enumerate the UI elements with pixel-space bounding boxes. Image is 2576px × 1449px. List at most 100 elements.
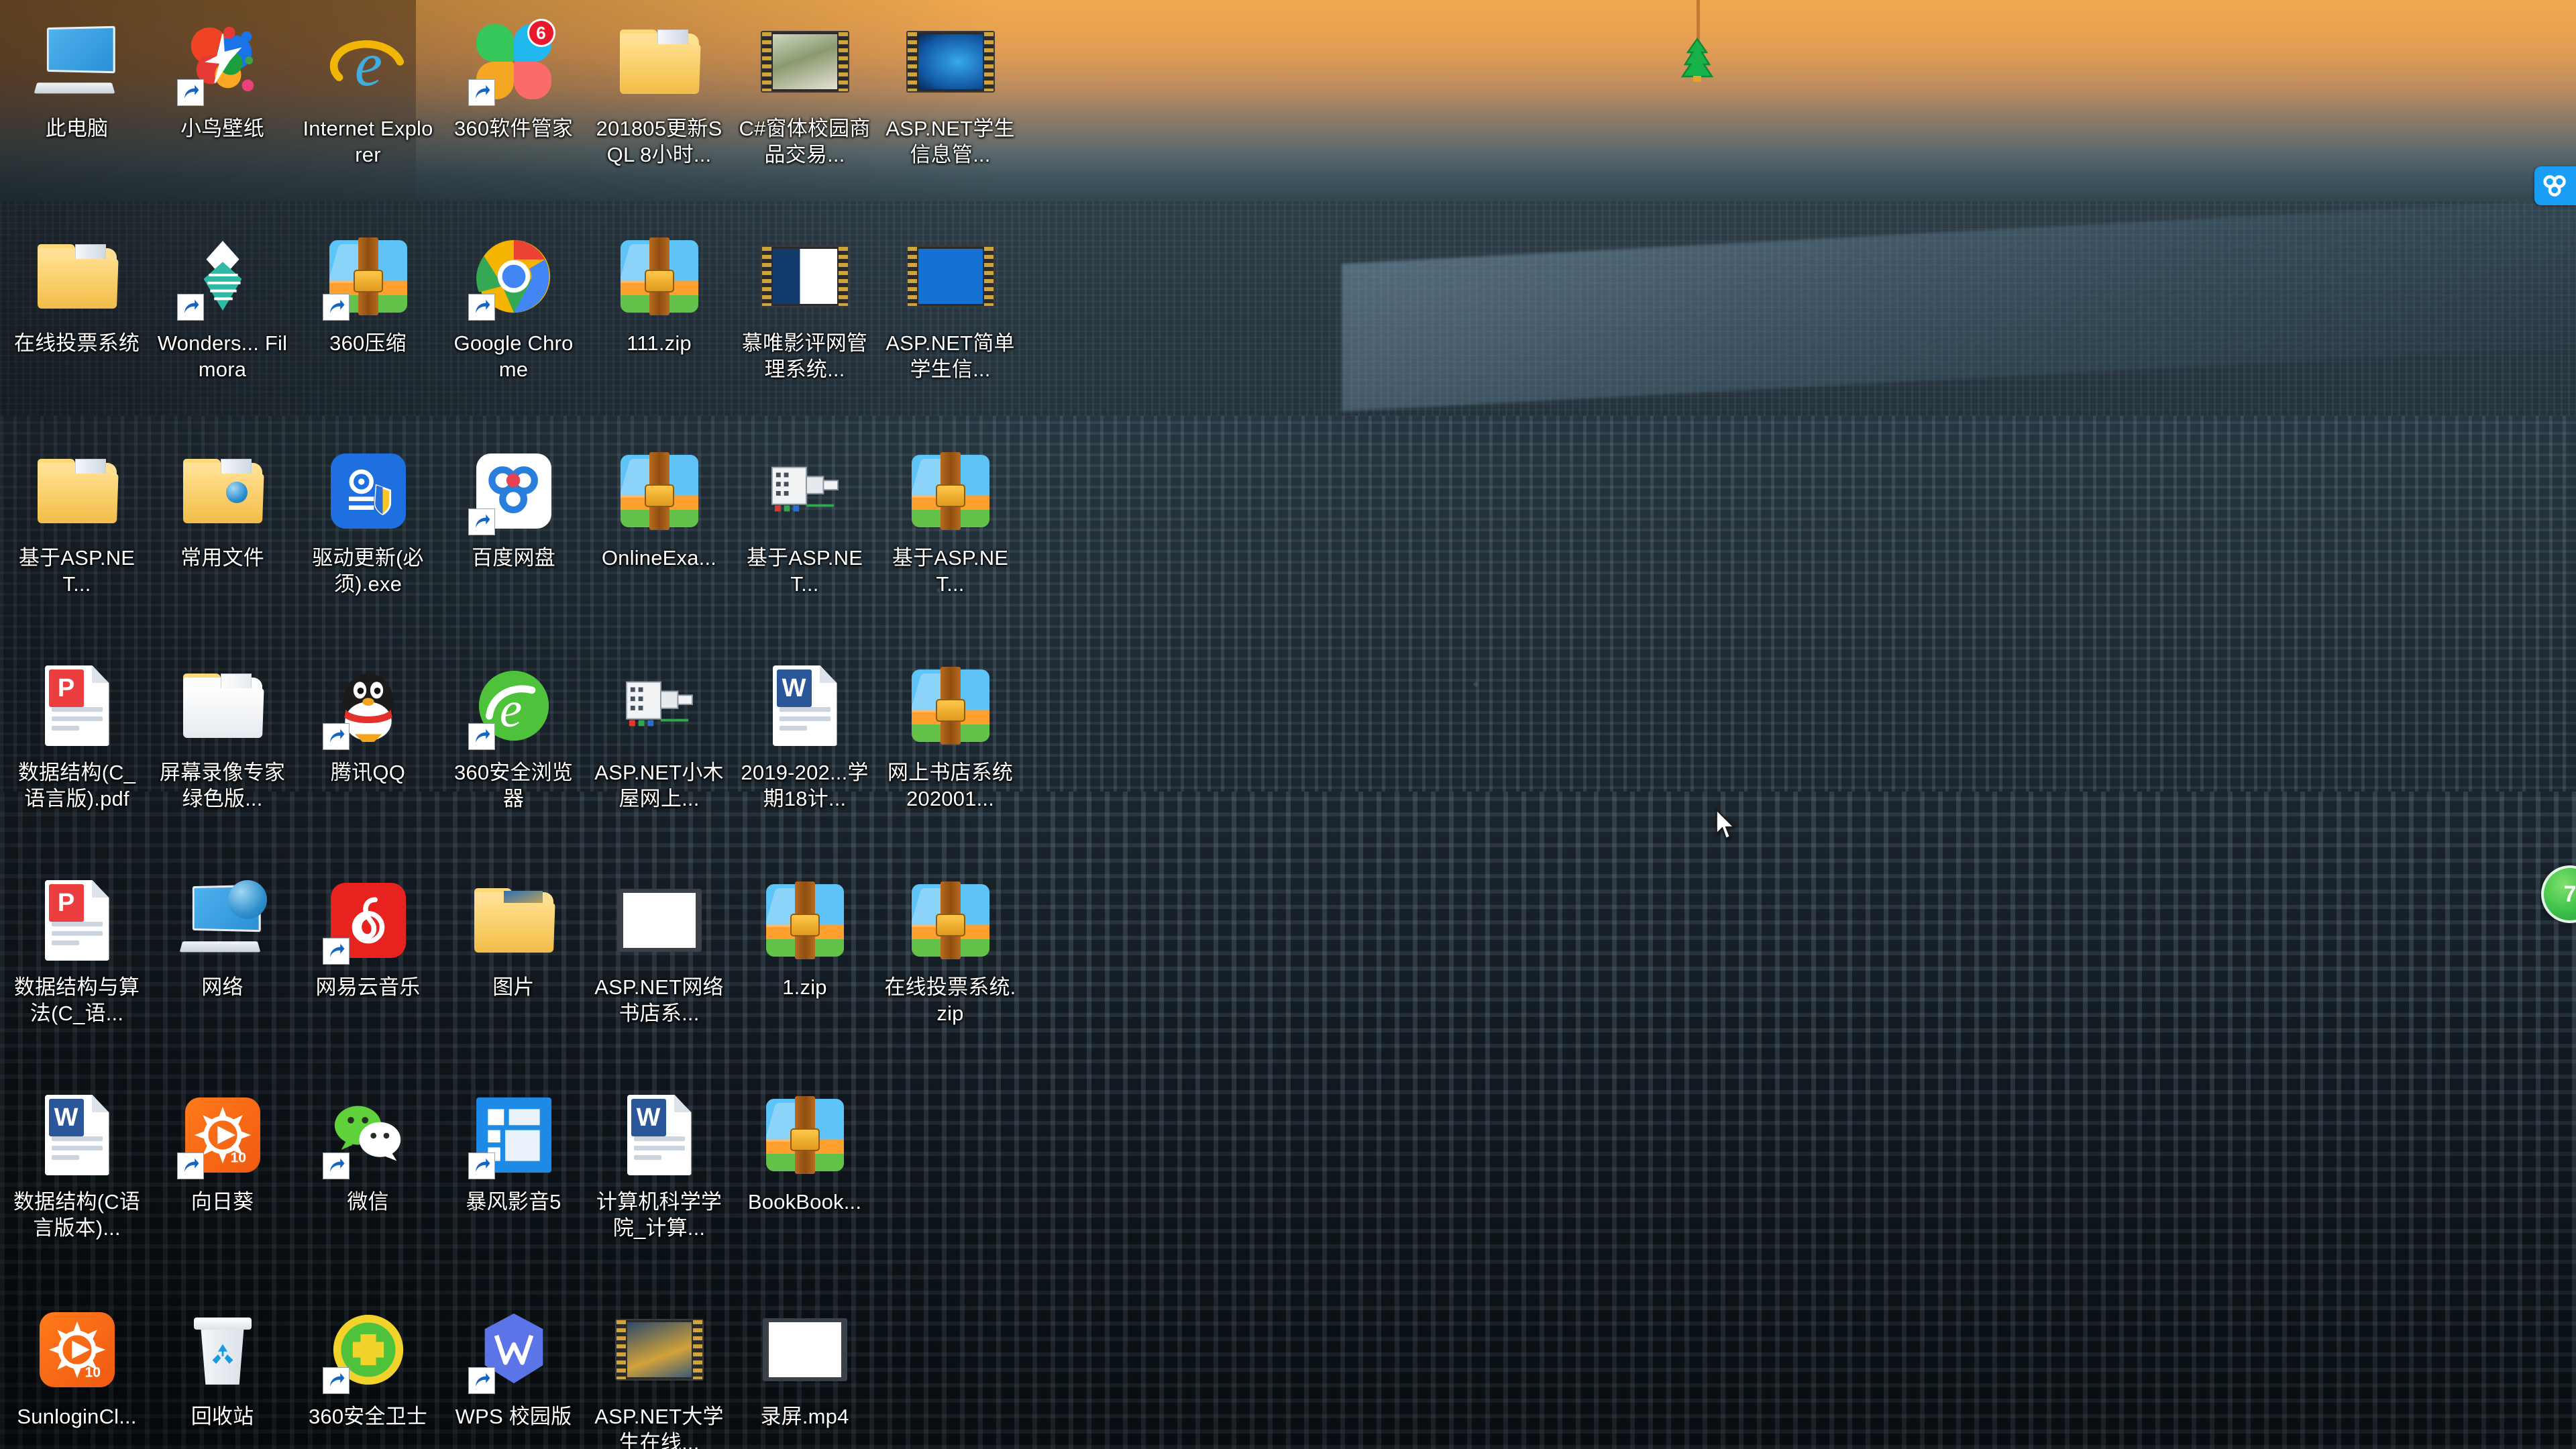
video-file-icon <box>614 1319 704 1381</box>
360-zip-icon <box>321 229 415 323</box>
desktop-icon[interactable]: 1.zip <box>732 864 877 1077</box>
desktop-icon-label: Google Chrome <box>453 331 574 382</box>
svg-text:e: e <box>354 30 382 99</box>
desktop-icon[interactable]: ASP.NET大学生在线... <box>586 1293 732 1449</box>
zip-archive-icon <box>758 873 852 967</box>
project-file-icon <box>771 466 839 512</box>
desktop-icon-label: OnlineExa... <box>601 546 717 570</box>
desktop-icon[interactable]: W 数据结构(C语言版本)... <box>4 1079 150 1292</box>
desktop-icon[interactable]: 微信 <box>295 1079 441 1292</box>
desktop-icon[interactable]: 基于ASP.NET... <box>877 435 1023 648</box>
shortcut-arrow-overlay <box>468 508 495 535</box>
desktop-icon[interactable]: 腾讯QQ <box>295 649 441 863</box>
desktop-icon[interactable]: 基于ASP.NET... <box>732 435 877 648</box>
folder-icon <box>176 659 270 753</box>
desktop-icon-label: 111.zip <box>627 331 692 355</box>
desktop-icon-label: ASP.NET小木屋网上... <box>594 761 724 811</box>
desktop-icon[interactable]: 常用文件 <box>150 435 295 648</box>
desktop-icon[interactable]: e Internet Explorer <box>295 5 441 219</box>
folder-icon <box>182 674 264 738</box>
desktop-icon[interactable]: 图片 <box>441 864 586 1077</box>
video-file-icon <box>760 246 849 307</box>
desktop-icon[interactable]: Wonders... Filmora <box>150 220 295 433</box>
desktop-icon[interactable]: P 数据结构与算法(C_语... <box>4 864 150 1077</box>
project-file-icon <box>758 444 852 538</box>
shortcut-arrow-overlay <box>176 79 204 106</box>
desktop-icon[interactable]: 360压缩 <box>295 220 441 433</box>
desktop-icon-label: 计算机科学学院_计算... <box>596 1190 722 1240</box>
desktop-icon-label: 基于ASP.NET... <box>18 546 136 596</box>
desktop-icon[interactable]: 201805更新SQL 8小时... <box>586 5 732 219</box>
desktop-icon-grid[interactable]: 此电脑 小鸟壁纸 e Internet Explorer 6 360软件管家 201805更… <box>0 0 1023 1449</box>
desktop-icon[interactable]: ASP.NET网络书店系... <box>586 864 732 1077</box>
zip-archive-icon <box>904 444 998 538</box>
svg-text:10: 10 <box>230 1150 246 1165</box>
zip-archive-icon <box>911 667 989 745</box>
desktop-icon-label: 暴风影音5 <box>466 1190 561 1214</box>
desktop-icon[interactable]: 网上书店系统202001... <box>877 649 1023 863</box>
desktop-icon-label: ASP.NET大学生在线... <box>594 1405 724 1449</box>
desktop-icon[interactable]: 360安全卫士 <box>295 1293 441 1449</box>
desktop-icon-label: SunloginCl... <box>17 1405 137 1428</box>
desktop-icon[interactable]: Google Chrome <box>441 220 586 433</box>
desktop-icon-label: 屏幕录像专家绿色版... <box>159 761 286 811</box>
shortcut-arrow-overlay <box>176 1152 204 1179</box>
desktop-icon[interactable]: 基于ASP.NET... <box>4 435 150 648</box>
video-file-icon <box>612 1303 706 1397</box>
desktop-icon[interactable]: ASP.NET学生信息管... <box>877 5 1023 219</box>
driver-update-icon <box>330 453 406 529</box>
desktop-icon[interactable]: 小鸟壁纸 <box>150 5 295 219</box>
desktop-icon[interactable]: 此电脑 <box>4 5 150 219</box>
desktop-icon[interactable]: 回收站 <box>150 1293 295 1449</box>
desktop-icon[interactable]: P 数据结构(C_语言版).pdf <box>4 649 150 863</box>
desktop-icon[interactable]: 录屏.mp4 <box>732 1293 877 1449</box>
desktop-icon[interactable]: 在线投票系统 <box>4 220 150 433</box>
tencent-qq-icon <box>321 659 415 753</box>
desktop-icon[interactable]: 10 向日葵 <box>150 1079 295 1292</box>
desktop-icon[interactable]: 10 SunloginCl... <box>4 1293 150 1449</box>
word-file-icon: W <box>772 665 837 746</box>
video-file-icon <box>904 229 998 323</box>
desktop-icon[interactable]: 111.zip <box>586 220 732 433</box>
desktop-icon[interactable]: 在线投票系统.zip <box>877 864 1023 1077</box>
desktop-icon-label: 数据结构与算法(C_语... <box>13 975 140 1026</box>
desktop-icon[interactable]: W 计算机科学学院_计算... <box>586 1079 732 1292</box>
desktop-icon[interactable]: WPS 校园版 <box>441 1293 586 1449</box>
desktop-icon-label: 录屏.mp4 <box>760 1405 849 1428</box>
project-file-icon <box>612 659 706 753</box>
baidu-cloud-icon <box>2543 175 2566 197</box>
folder-icon <box>37 459 119 523</box>
notification-badge: 6 <box>527 19 555 47</box>
desktop-icon[interactable]: ASP.NET简单学生信... <box>877 220 1023 433</box>
desktop-icon[interactable]: 6 360软件管家 <box>441 5 586 219</box>
folder-icon <box>619 30 701 94</box>
network-icon <box>179 880 267 955</box>
folder-icon <box>30 229 124 323</box>
desktop-icon[interactable]: 屏幕录像专家绿色版... <box>150 649 295 863</box>
desktop-icon[interactable]: OnlineExa... <box>586 435 732 648</box>
video-file-icon <box>906 246 995 307</box>
google-chrome-icon <box>467 229 561 323</box>
internet-explorer-icon: e <box>329 30 404 99</box>
desktop-icon[interactable]: 百度网盘 <box>441 435 586 648</box>
desktop-icon[interactable]: BookBook... <box>732 1079 877 1292</box>
desktop-icon[interactable]: 驱动更新(必须).exe <box>295 435 441 648</box>
folder-icon <box>182 459 264 523</box>
desktop-icon[interactable]: 暴风影音5 <box>441 1079 586 1292</box>
baidu-netdisk-side-tab[interactable] <box>2534 166 2576 205</box>
recycle-bin-icon <box>193 1315 252 1385</box>
desktop-icon[interactable]: 网络 <box>150 864 295 1077</box>
folder-icon <box>37 244 119 309</box>
pdf-file-icon: P <box>30 659 124 753</box>
desktop-icon[interactable]: e 360安全浏览器 <box>441 649 586 863</box>
desktop-icon-label: ASP.NET简单学生信... <box>885 331 1015 382</box>
video-file-icon <box>906 31 995 93</box>
desktop-icon-label: 向日葵 <box>191 1190 254 1214</box>
desktop-icon[interactable]: ASP.NET小木屋网上... <box>586 649 732 863</box>
desktop-icon[interactable]: 网易云音乐 <box>295 864 441 1077</box>
desktop-icon[interactable]: C#窗体校园商品交易... <box>732 5 877 219</box>
shortcut-arrow-overlay <box>468 1152 495 1179</box>
desktop-icon[interactable]: 慕唯影评网管理系统... <box>732 220 877 433</box>
desktop-icon[interactable]: W 2019-202...学期18计... <box>732 649 877 863</box>
desktop-root[interactable]: 此电脑 小鸟壁纸 e Internet Explorer 6 360软件管家 201805更… <box>0 0 2576 1449</box>
